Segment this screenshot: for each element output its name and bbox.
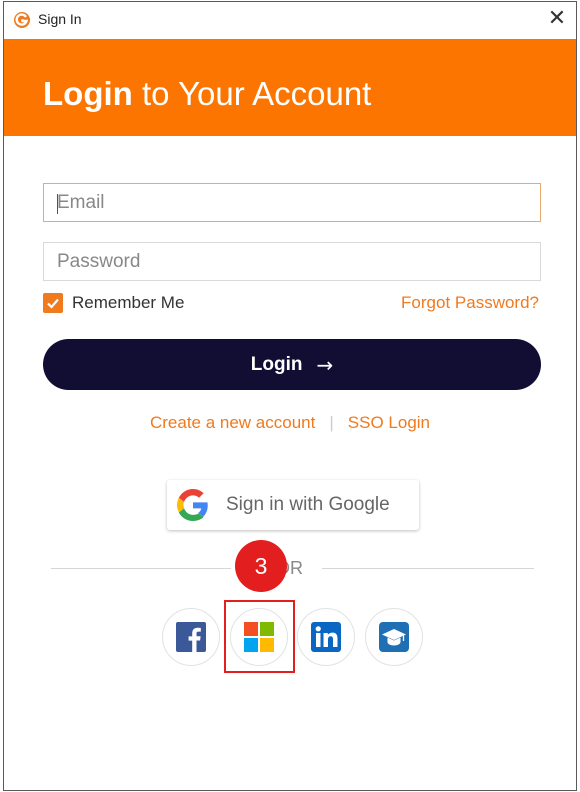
links-separator: |	[329, 413, 334, 432]
linkedin-login-button[interactable]	[297, 608, 355, 666]
highlight-annotation-box	[224, 600, 295, 673]
window-title: Sign In	[38, 11, 82, 27]
login-button[interactable]: Login →	[43, 339, 541, 390]
step-number-badge: 3	[235, 540, 287, 592]
app-logo-icon	[14, 12, 30, 28]
close-button[interactable]: ✕	[546, 8, 568, 30]
sign-in-window: Sign In ✕ Login to Your Account Email Pa…	[3, 1, 577, 791]
arrow-right-icon: →	[316, 352, 334, 377]
checkmark-icon	[47, 298, 59, 309]
text-caret	[57, 194, 58, 214]
education-login-button[interactable]	[365, 608, 423, 666]
google-icon	[177, 489, 208, 521]
google-button-label: Sign in with Google	[226, 494, 390, 515]
remember-me-checkbox[interactable]	[43, 293, 63, 313]
remember-me-row: Remember Me	[43, 292, 184, 314]
email-input[interactable]: Email	[43, 183, 541, 222]
divider-line-left	[51, 568, 231, 569]
login-button-label: Login	[250, 353, 303, 375]
google-sign-in-button[interactable]: Sign in with Google	[167, 480, 419, 530]
page-title: Login to Your Account	[43, 75, 371, 113]
header-banner: Login to Your Account	[4, 39, 576, 136]
page-title-rest: to Your Account	[132, 75, 372, 112]
facebook-login-button[interactable]	[162, 608, 220, 666]
password-placeholder: Password	[57, 251, 141, 272]
page-title-bold: Login	[43, 75, 133, 112]
email-placeholder: Email	[57, 192, 105, 213]
title-bar: Sign In ✕	[4, 2, 576, 39]
remember-me-label: Remember Me	[72, 293, 185, 312]
sso-login-link[interactable]: SSO Login	[348, 413, 430, 432]
create-account-link[interactable]: Create a new account	[150, 413, 315, 432]
divider-line-right	[322, 568, 534, 569]
password-input[interactable]: Password	[43, 242, 541, 281]
forgot-password-link[interactable]: Forgot Password?	[401, 293, 539, 313]
linkedin-icon	[311, 622, 341, 652]
facebook-icon	[176, 622, 206, 652]
graduation-cap-icon	[379, 622, 409, 652]
account-links: Create a new account | SSO Login	[4, 413, 576, 433]
